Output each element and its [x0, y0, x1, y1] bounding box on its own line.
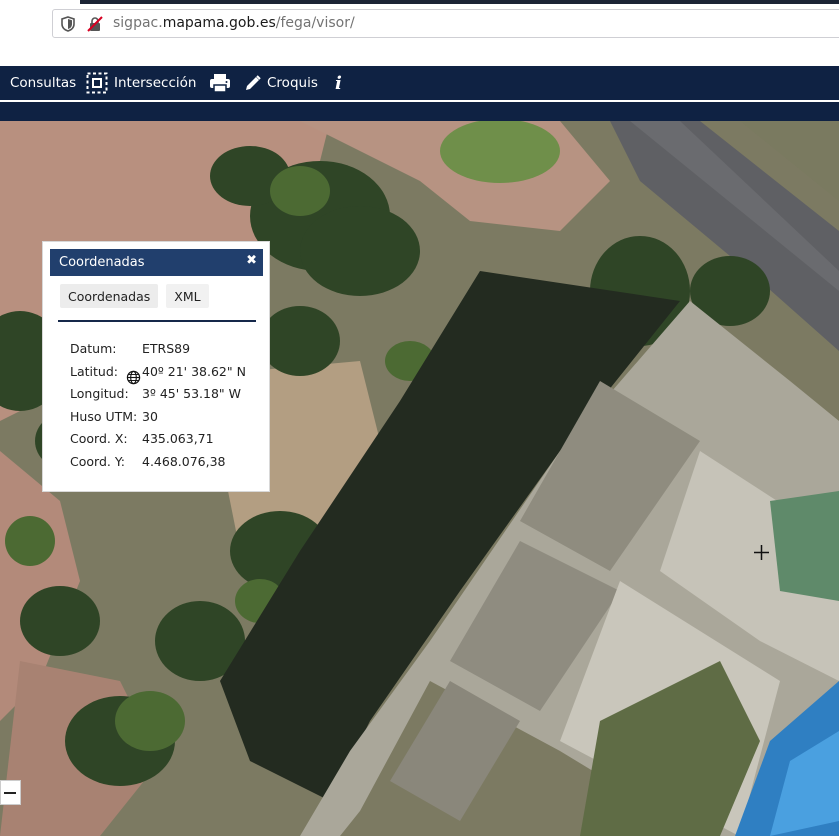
row-huso-utm: Huso UTM: 30	[70, 409, 260, 432]
row-datum: Datum: ETRS89	[70, 341, 260, 364]
coord-x-value: 435.063,71	[142, 431, 214, 446]
interseccion-button[interactable]: Intersección	[86, 66, 196, 100]
huso-utm-value: 30	[142, 408, 158, 424]
selection-icon	[86, 72, 108, 94]
printer-icon	[210, 74, 230, 93]
collapse-panel-button[interactable]	[0, 780, 21, 805]
close-icon[interactable]: ✖	[246, 253, 257, 268]
url-text[interactable]: sigpac.mapama.gob.es/fega/visor/	[113, 15, 355, 31]
longitud-value: 3º 45' 53.18" W	[142, 386, 241, 401]
viewer-toolbar: Consultas Intersección Croquis i	[0, 66, 839, 100]
tab-separator	[58, 320, 256, 322]
globe-icon[interactable]	[126, 370, 141, 385]
row-latitud: Latitud: 40º 21' 38.62" N	[70, 364, 260, 387]
croquis-label: Croquis	[267, 75, 318, 91]
row-coord-y: Coord. Y: 4.468.076,38	[70, 454, 260, 477]
shield-icon[interactable]	[61, 16, 75, 32]
print-button[interactable]	[209, 66, 237, 100]
consultas-label: Consultas	[10, 75, 77, 91]
coord-y-label: Coord. Y:	[70, 453, 126, 469]
tab-coordenadas[interactable]: Coordenadas	[60, 284, 159, 308]
coord-y-value: 4.468.076,38	[142, 453, 226, 469]
longitud-label: Longitud:	[70, 386, 129, 401]
latitud-value: 40º 21' 38.62" N	[142, 363, 246, 379]
row-longitud: Longitud: 3º 45' 53.18" W	[70, 386, 260, 409]
consultas-icon	[0, 76, 4, 90]
row-coord-x: Coord. X: 435.063,71	[70, 431, 260, 454]
toolbar-sub-strip	[0, 100, 839, 121]
sigpac-viewer: sigpac.mapama.gob.es/fega/visor/ Consult…	[0, 0, 839, 836]
coordinates-list: Datum: ETRS89 Latitud: 40º 21' 38.62" N …	[70, 341, 260, 476]
insecure-lock-icon[interactable]	[87, 16, 103, 32]
panel-header[interactable]: Coordenadas ✖	[50, 249, 263, 276]
panel-tabs: Coordenadas XML	[60, 284, 209, 308]
interseccion-label: Intersección	[114, 75, 197, 91]
tab-xml[interactable]: XML	[166, 284, 209, 308]
croquis-button[interactable]: Croquis	[245, 66, 318, 100]
datum-value: ETRS89	[142, 341, 191, 356]
browser-top-strip	[80, 0, 839, 4]
panel-title: Coordenadas	[59, 255, 145, 270]
coord-x-label: Coord. X:	[70, 431, 128, 446]
coordinates-panel: Coordenadas ✖ Coordenadas XML Datum: ETR…	[42, 241, 270, 492]
minus-icon	[4, 792, 16, 794]
huso-utm-label: Huso UTM:	[70, 408, 138, 424]
consultas-button[interactable]: Consultas	[0, 66, 76, 100]
pencil-icon	[246, 75, 261, 90]
latitud-label: Latitud:	[70, 363, 118, 379]
info-icon: i	[335, 72, 342, 94]
datum-label: Datum:	[70, 341, 117, 356]
map-cursor-cross-icon	[754, 545, 769, 560]
address-bar[interactable]: sigpac.mapama.gob.es/fega/visor/	[52, 9, 839, 38]
info-button[interactable]: i	[335, 66, 342, 100]
